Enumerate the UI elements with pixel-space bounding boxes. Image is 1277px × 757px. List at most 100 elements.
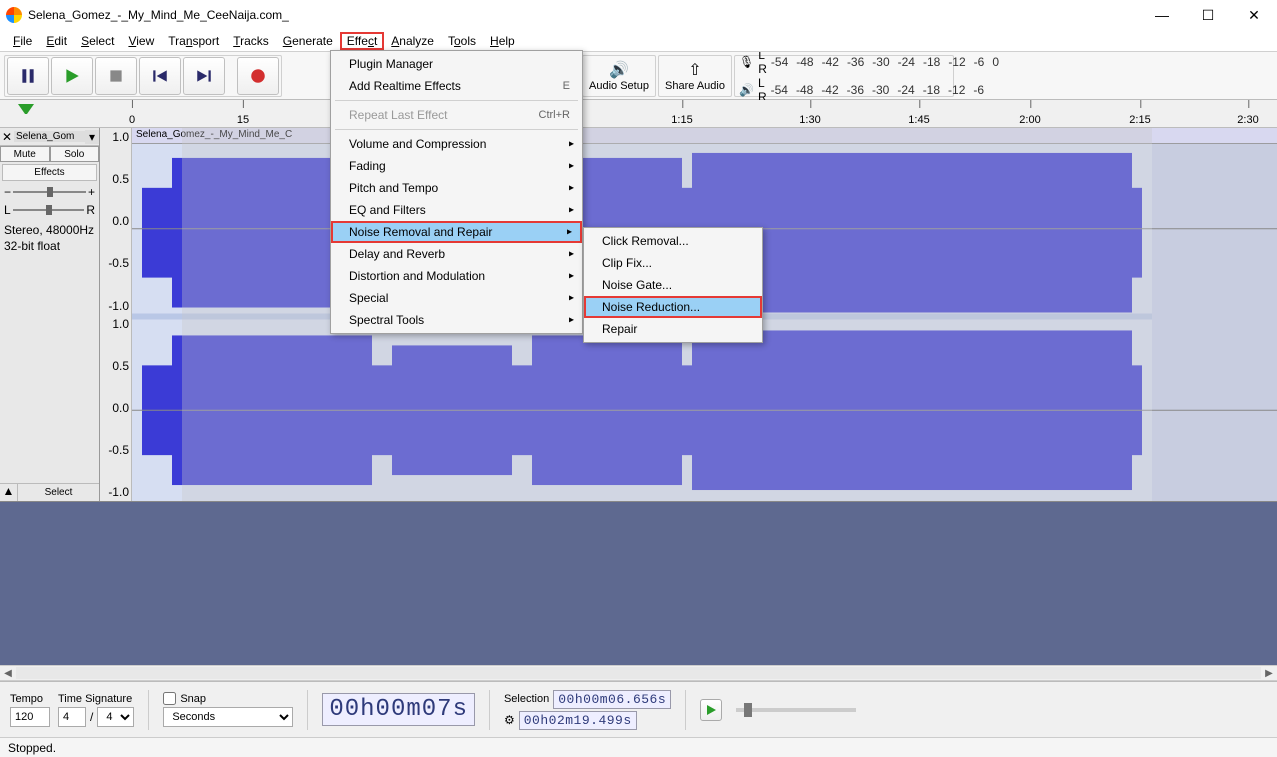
snap-checkbox[interactable] [163,692,176,705]
chevron-right-icon: ▸ [569,249,574,260]
empty-track-area[interactable] [0,502,1277,665]
track-info: Stereo, 48000Hz 32-bit float [0,219,99,258]
timeline-tick: 2:00 [1019,114,1040,126]
snap-unit-select[interactable]: Seconds [163,707,293,727]
chevron-right-icon: ▸ [569,271,574,282]
track-control-panel: ✕ Selena_Gom ▾ Mute Solo Effects −+ LR S… [0,128,100,501]
transport-toolbar [4,55,282,97]
menu-item-plugin-manager[interactable]: Plugin Manager [331,53,582,75]
share-icon: ⇧ [688,60,701,80]
menu-effect[interactable]: Effect [340,32,384,50]
selection-label: Selection [504,693,549,705]
pan-slider[interactable]: LR [0,201,99,219]
selection-start-timecode[interactable]: 00h00m06.656s [553,690,671,709]
menu-item-spectral-tools[interactable]: Spectral Tools▸ [331,309,582,331]
mute-button[interactable]: Mute [0,146,50,162]
pause-button[interactable] [7,57,49,95]
tempo-input[interactable] [10,707,50,727]
menu-item-click-removal-[interactable]: Click Removal... [584,230,762,252]
collapse-button[interactable]: ▲ [0,484,18,501]
menu-item-repair[interactable]: Repair [584,318,762,340]
close-button[interactable]: ✕ [1231,0,1277,30]
skip-end-button[interactable] [183,57,225,95]
scroll-right-icon[interactable]: ▶ [1261,668,1277,679]
selection-end-timecode[interactable]: 00h02m19.499s [519,711,637,730]
menubar: File Edit Select View Transport Tracks G… [0,30,1277,52]
play-button[interactable] [51,57,93,95]
timeline-tick: 1:15 [671,114,692,126]
menu-transport[interactable]: Transport [161,32,226,50]
share-audio-button[interactable]: ⇧ Share Audio [658,55,732,97]
time-signature-label: Time Signature [58,693,134,705]
menu-item-add-realtime-effects[interactable]: Add Realtime EffectsE [331,75,582,97]
menu-item-fading[interactable]: Fading▸ [331,155,582,177]
menu-item-repeat-last-effect: Repeat Last EffectCtrl+R [331,104,582,126]
menu-item-pitch-and-tempo[interactable]: Pitch and Tempo▸ [331,177,582,199]
menu-item-distortion-and-modulation[interactable]: Distortion and Modulation▸ [331,265,582,287]
track-close-button[interactable]: ✕ [0,130,14,144]
status-bar: Stopped. [0,737,1277,757]
speaker-icon: 🔊 [739,83,754,97]
position-timecode[interactable]: 00h00m07s [322,693,475,726]
menu-item-noise-reduction-[interactable]: Noise Reduction... [584,296,762,318]
menu-file[interactable]: File [6,32,39,50]
settings-icon[interactable]: ⚙ [504,713,515,727]
menu-item-noise-gate-[interactable]: Noise Gate... [584,274,762,296]
chevron-right-icon: ▸ [569,315,574,326]
status-text: Stopped. [8,741,56,755]
mic-icon: 🎙 [739,55,754,69]
maximize-button[interactable]: ☐ [1185,0,1231,30]
chevron-right-icon: ▸ [569,183,574,194]
effect-menu: Plugin ManagerAdd Realtime EffectsE Repea… [330,50,583,334]
ts-numerator-input[interactable] [58,707,86,727]
tempo-label: Tempo [10,693,50,705]
menu-help[interactable]: Help [483,32,522,50]
menu-tools[interactable]: Tools [441,32,483,50]
menu-generate[interactable]: Generate [276,32,340,50]
menu-item-clip-fix-[interactable]: Clip Fix... [584,252,762,274]
timeline-tick: 15 [237,114,249,126]
speaker-icon: 🔊 [609,60,629,80]
menu-item-volume-and-compression[interactable]: Volume and Compression▸ [331,133,582,155]
stop-button[interactable] [95,57,137,95]
menu-tracks[interactable]: Tracks [226,32,276,50]
track-name[interactable]: Selena_Gom [14,131,85,142]
toolbar-row: 🔍 🔊 Audio Setup ⇧ Share Audio 🎙LR -54-48… [0,52,1277,100]
audio-setup-button[interactable]: 🔊 Audio Setup [582,55,656,97]
timeline-ruler[interactable]: 0151:151:301:452:002:152:30 [0,100,1277,128]
play-at-speed-button[interactable] [700,699,722,721]
chevron-right-icon: ▸ [567,227,572,238]
solo-button[interactable]: Solo [50,146,100,162]
chevron-right-icon: ▸ [569,293,574,304]
chevron-right-icon: ▸ [569,139,574,150]
track-menu-button[interactable]: ▾ [85,130,99,144]
scroll-left-icon[interactable]: ◀ [0,668,16,679]
timeline-tick: 2:30 [1237,114,1258,126]
menu-select[interactable]: Select [74,32,121,50]
menu-item-special[interactable]: Special▸ [331,287,582,309]
timeline-tick: 0 [129,114,135,126]
skip-start-button[interactable] [139,57,181,95]
track-select-button[interactable]: Select [18,484,99,501]
timeline-tick: 2:15 [1129,114,1150,126]
chevron-right-icon: ▸ [569,205,574,216]
menu-item-eq-and-filters[interactable]: EQ and Filters▸ [331,199,582,221]
gain-slider[interactable]: −+ [0,183,99,201]
record-button[interactable] [237,57,279,95]
effects-button[interactable]: Effects [2,164,97,181]
amplitude-ruler: 1.00.50.0-0.5-1.0 1.00.50.0-0.5-1.0 [100,128,132,501]
menu-edit[interactable]: Edit [39,32,74,50]
menu-view[interactable]: View [121,32,161,50]
horizontal-scrollbar[interactable]: ◀ ▶ [0,665,1277,681]
ts-denominator-select[interactable]: 4 [97,707,134,727]
timeline-tick: 1:45 [908,114,929,126]
minimize-button[interactable]: — [1139,0,1185,30]
recording-meter[interactable]: 🎙LR -54-48-42-36-30-24-18-12-60 🔊LR -54-… [734,55,954,97]
playback-speed-slider[interactable] [736,708,856,712]
menu-item-delay-and-reverb[interactable]: Delay and Reverb▸ [331,243,582,265]
footer-toolbar: Tempo Time Signature / 4 Snap Seconds 00… [0,681,1277,737]
menu-analyze[interactable]: Analyze [384,32,441,50]
titlebar: Selena_Gomez_-_My_Mind_Me_CeeNaija.com_ … [0,0,1277,30]
menu-item-noise-removal-and-repair[interactable]: Noise Removal and Repair▸ [331,221,582,243]
chevron-right-icon: ▸ [569,161,574,172]
